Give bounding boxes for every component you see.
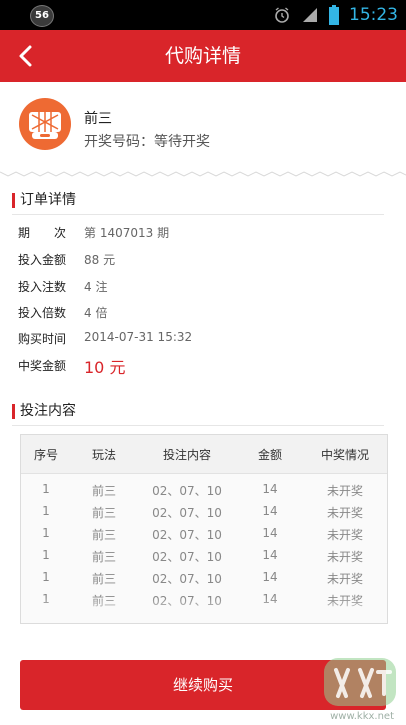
section-divider <box>12 425 384 426</box>
info-value: 2014-07-31 15:32 <box>84 330 193 344</box>
cell-result: 未开奖 <box>326 484 363 498</box>
status-bar: 56 15:23 <box>0 0 406 30</box>
info-value: 4 注 <box>84 280 108 294</box>
cell-play: 前三 <box>91 550 116 564</box>
cell-numbers: 02、07、10 <box>152 506 222 520</box>
cell-index: 1 <box>42 570 50 584</box>
draw-status: 开奖号码：等待开奖 <box>84 134 210 150</box>
info-value: 4 倍 <box>84 306 108 320</box>
cell-index: 1 <box>42 482 50 496</box>
lottery-logo <box>19 98 71 150</box>
table-row: 1 前三 02、07、10 14 未开奖 <box>21 479 387 501</box>
cell-play: 前三 <box>91 484 116 498</box>
order-details-title: 订单详情 <box>12 193 76 208</box>
info-label: 中奖金额 <box>18 359 67 373</box>
cell-result: 未开奖 <box>326 550 363 564</box>
notification-badge: 56 <box>30 5 54 27</box>
column-header: 玩法 <box>91 448 116 462</box>
status-icons: 15:23 <box>273 0 398 30</box>
signal-icon <box>303 8 317 22</box>
bet-content-title: 投注内容 <box>12 404 76 419</box>
cell-result: 未开奖 <box>326 528 363 542</box>
cell-amount: 14 <box>262 548 278 562</box>
cell-index: 1 <box>42 504 50 518</box>
cell-play: 前三 <box>91 528 116 542</box>
cell-amount: 14 <box>262 504 278 518</box>
alarm-icon <box>275 7 289 23</box>
table-row: 1 前三 02、07、10 14 未开奖 <box>21 545 387 567</box>
column-header: 金额 <box>257 448 282 462</box>
column-header: 序号 <box>33 448 58 462</box>
info-label: 期 次 <box>18 226 67 240</box>
info-label: 投入金额 <box>18 253 67 267</box>
section-divider <box>12 214 384 215</box>
info-value: 88 元 <box>84 253 116 267</box>
cell-numbers: 02、07、10 <box>152 528 222 542</box>
battery-icon <box>329 5 339 25</box>
cell-numbers: 02、07、10 <box>152 484 222 498</box>
table-row: 1 前三 02、07、10 14 未开奖 <box>21 567 387 589</box>
column-header: 投注内容 <box>162 448 211 462</box>
winnings-value: 10 元 <box>84 358 126 377</box>
info-label: 投入倍数 <box>18 306 67 320</box>
clock: 15:23 <box>349 5 398 25</box>
lottery-info: 前三 开奖号码：等待开奖 <box>0 82 406 172</box>
cell-play: 前三 <box>91 506 116 520</box>
cell-amount: 14 <box>262 482 278 496</box>
info-label: 购买时间 <box>18 332 67 346</box>
table-header: 序号 玩法 投注内容 金额 中奖情况 <box>21 435 387 474</box>
column-header: 中奖情况 <box>320 448 369 462</box>
lottery-name: 前三 <box>84 111 112 127</box>
lottery-machine-icon <box>29 112 61 139</box>
site-watermark-logo <box>324 658 396 706</box>
bet-table[interactable]: 序号 玩法 投注内容 金额 中奖情况 1 前三 02、07、10 14 未开奖 … <box>20 434 388 624</box>
cell-numbers: 02、07、10 <box>152 550 222 564</box>
cell-result: 未开奖 <box>326 506 363 520</box>
cell-result: 未开奖 <box>326 572 363 586</box>
watermark-text: www.kkx.net <box>330 711 394 722</box>
cell-numbers: 02、07、10 <box>152 572 222 586</box>
cell-index: 1 <box>42 548 50 562</box>
top-nav-bar: 代购详情 <box>0 30 406 82</box>
cell-play: 前三 <box>91 572 116 586</box>
table-scroll-fade <box>21 597 387 623</box>
info-label: 投入注数 <box>18 280 67 294</box>
zigzag-divider <box>0 171 406 177</box>
table-row: 1 前三 02、07、10 14 未开奖 <box>21 501 387 523</box>
info-value: 第 1407013 期 <box>84 226 170 240</box>
table-row: 1 前三 02、07、10 14 未开奖 <box>21 523 387 545</box>
page-title: 代购详情 <box>164 45 241 67</box>
cell-index: 1 <box>42 526 50 540</box>
cell-amount: 14 <box>262 526 278 540</box>
cell-amount: 14 <box>262 570 278 584</box>
